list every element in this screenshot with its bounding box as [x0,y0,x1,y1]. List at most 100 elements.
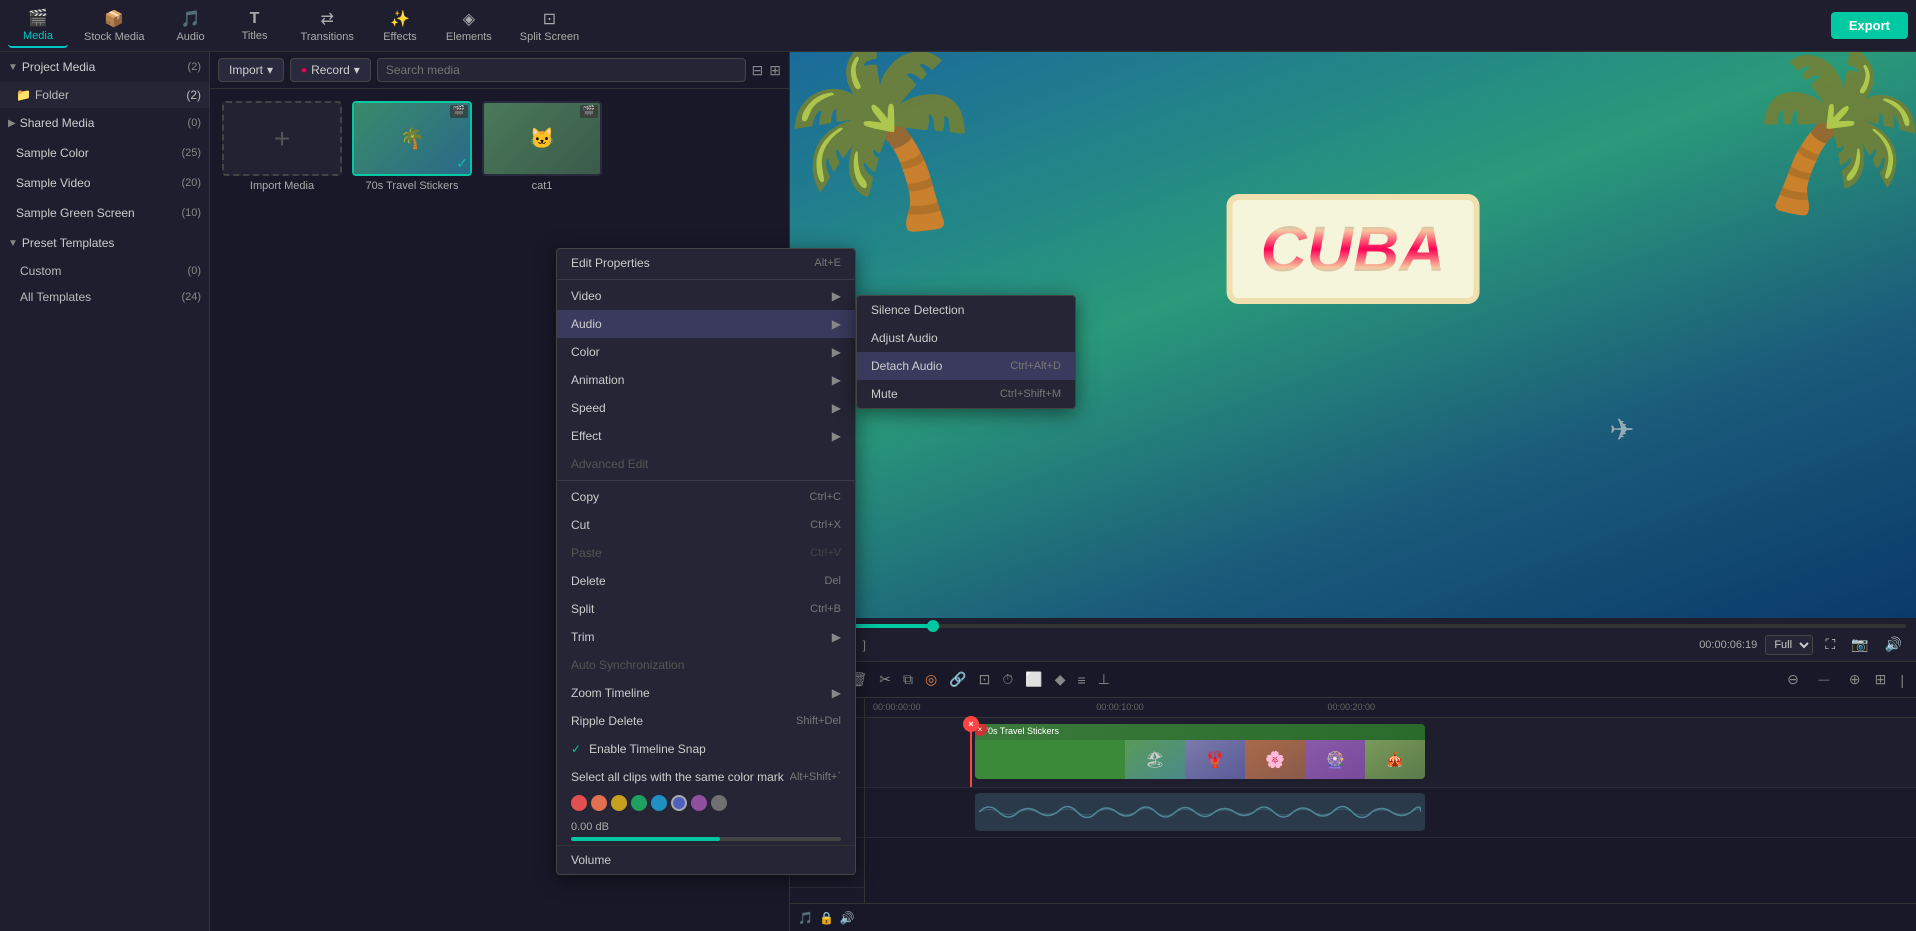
link-button[interactable]: 🔗 [945,669,970,690]
lock-status-icon[interactable]: 🔒 [819,911,834,925]
nav-item-splitscreen[interactable]: ⊡ Split Screen [508,5,591,47]
import-media-thumb[interactable]: + Import Media [222,101,342,192]
enable-snap-item[interactable]: ✓ Enable Timeline Snap [557,735,855,763]
project-media-header[interactable]: ▼ Project Media (2) [0,52,209,82]
split-item[interactable]: Split Ctrl+B [557,595,855,623]
timeline-playhead: × [970,718,972,787]
all-templates-item[interactable]: All Templates (24) [0,284,209,310]
adjust-audio-item[interactable]: Adjust Audio [857,324,1075,352]
stock-icon: 📦 [104,9,124,29]
color-teal[interactable] [651,795,667,811]
nav-item-transitions[interactable]: ⇄ Transitions [289,5,366,47]
color-green[interactable] [631,795,647,811]
audio-align-button[interactable]: ≡ [1074,670,1090,690]
audio-track-1[interactable] [865,788,1916,838]
mute-item[interactable]: Mute Ctrl+Shift+M [857,380,1075,408]
travel-stickers-thumb[interactable]: 🌴 🎬 ✓ 70s Travel Stickers [352,101,472,192]
history-button[interactable]: ⏱ [998,669,1017,690]
color-blue[interactable] [671,795,687,811]
snap-button[interactable]: | [1896,670,1908,690]
video-track[interactable]: × × 70s Travel Stickers [865,718,1916,788]
audio-track-2[interactable] [865,838,1916,888]
mark-in-button[interactable]: ◎ [921,669,941,690]
color-gray[interactable] [711,795,727,811]
cut-item[interactable]: Cut Ctrl+X [557,511,855,539]
ripple-delete-item[interactable]: Ripple Delete Shift+Del [557,707,855,735]
record-button[interactable]: ● Record ▾ [290,58,371,82]
export-button[interactable]: Export [1831,12,1908,39]
timeline-ruler: 00:00:00:00 00:00:10:00 00:00:20:00 [865,698,1916,718]
shared-media-header[interactable]: ▶ Shared Media (0) [0,108,209,138]
trim-arrow-icon: ▶ [832,630,841,644]
sample-green-header[interactable]: Sample Green Screen (10) [0,198,209,228]
sample-color-header[interactable]: Sample Color (25) [0,138,209,168]
cut-tl-button[interactable]: ✂ [875,669,895,690]
copy-item[interactable]: Copy Ctrl+C [557,483,855,511]
zoom-in-tl-button[interactable]: ⊕ [1845,669,1865,690]
delete-item[interactable]: Delete Del [557,567,855,595]
color-mark-button[interactable]: ◆ [1051,669,1070,690]
edit-properties-item[interactable]: Edit Properties Alt+E [557,249,855,277]
all-templates-label: All Templates [20,290,91,304]
nav-item-titles[interactable]: T Titles [225,6,285,46]
sample-video-header[interactable]: Sample Video (20) [0,168,209,198]
split-audio-button[interactable]: ⊥ [1094,669,1114,690]
import-button[interactable]: Import ▾ [218,58,284,82]
speed-item[interactable]: Speed ▶ [557,394,855,422]
crop-button[interactable]: ⊡ [975,669,995,690]
grid-view-icon[interactable]: ⊞ [769,62,781,79]
video-item[interactable]: Video ▶ [557,282,855,310]
effect-item[interactable]: Effect ▶ [557,422,855,450]
detach-audio-item[interactable]: Detach Audio Ctrl+Alt+D [857,352,1075,380]
auto-sync-item[interactable]: Auto Synchronization [557,651,855,679]
transitions-label: Transitions [301,31,354,43]
auto-sync-label: Auto Synchronization [571,658,684,672]
screenshot-button[interactable]: 📷 [1847,634,1872,655]
trim-item[interactable]: Trim ▶ [557,623,855,651]
volume-item[interactable]: Volume [557,845,855,874]
audio-status-icon[interactable]: 🔊 [840,911,855,925]
color-orange[interactable] [591,795,607,811]
fit-tl-button[interactable]: ⊞ [1871,669,1891,690]
color-item[interactable]: Color ▶ [557,338,855,366]
nav-item-stock[interactable]: 📦 Stock Media [72,5,157,47]
titles-label: Titles [242,30,268,42]
volume-slider[interactable] [571,837,841,841]
preset-templates-header[interactable]: ▼ Preset Templates [0,228,209,258]
volume-ctrl-button[interactable]: 🔊 [1881,634,1906,655]
cat1-thumb[interactable]: 🐱 🎬 cat1 [482,101,602,192]
video-clip[interactable]: × 70s Travel Stickers 🏖 🦞 🌸 🎡 🎪 [975,724,1425,779]
section-preset-templates: ▼ Preset Templates Custom (0) All Templa… [0,228,209,310]
thumb-overlay-icon: 🎬 [450,105,468,118]
progress-bar[interactable] [800,624,1906,628]
color-yellow[interactable] [611,795,627,811]
quality-select[interactable]: Full1/21/4 [1765,635,1813,655]
animation-item[interactable]: Animation ▶ [557,366,855,394]
paste-item[interactable]: Paste Ctrl+V [557,539,855,567]
media-label: Media [23,30,53,42]
audio-item[interactable]: Audio ▶ [557,310,855,338]
nav-item-media[interactable]: 🎬 Media [8,4,68,48]
copy-tl-button[interactable]: ⧉ [899,669,917,690]
zoom-out-tl-button[interactable]: ⊖ [1783,669,1803,690]
select-color-item[interactable]: Select all clips with the same color mar… [557,763,855,791]
fullscreen-button[interactable]: ⛶ [1821,634,1839,655]
record-label: Record [311,63,350,77]
nav-item-elements[interactable]: ◈ Elements [434,5,504,47]
nav-item-audio[interactable]: 🎵 Audio [161,5,221,47]
color-purple[interactable] [691,795,707,811]
color-marks-row [557,791,855,815]
filter-icon[interactable]: ⊟ [752,62,764,79]
animation-label: Animation [571,373,624,387]
resize-button[interactable]: ⬜ [1021,669,1046,690]
silence-detection-item[interactable]: Silence Detection [857,296,1075,324]
section-shared-media: ▶ Shared Media (0) [0,108,209,138]
search-input[interactable] [377,58,746,82]
zoom-timeline-item[interactable]: Zoom Timeline ▶ [557,679,855,707]
splitscreen-icon: ⊡ [543,9,556,29]
color-red[interactable] [571,795,587,811]
folder-item[interactable]: 📁 Folder (2) [0,82,209,108]
nav-item-effects[interactable]: ✨ Effects [370,5,430,47]
custom-item[interactable]: Custom (0) [0,258,209,284]
advanced-edit-item[interactable]: Advanced Edit [557,450,855,478]
